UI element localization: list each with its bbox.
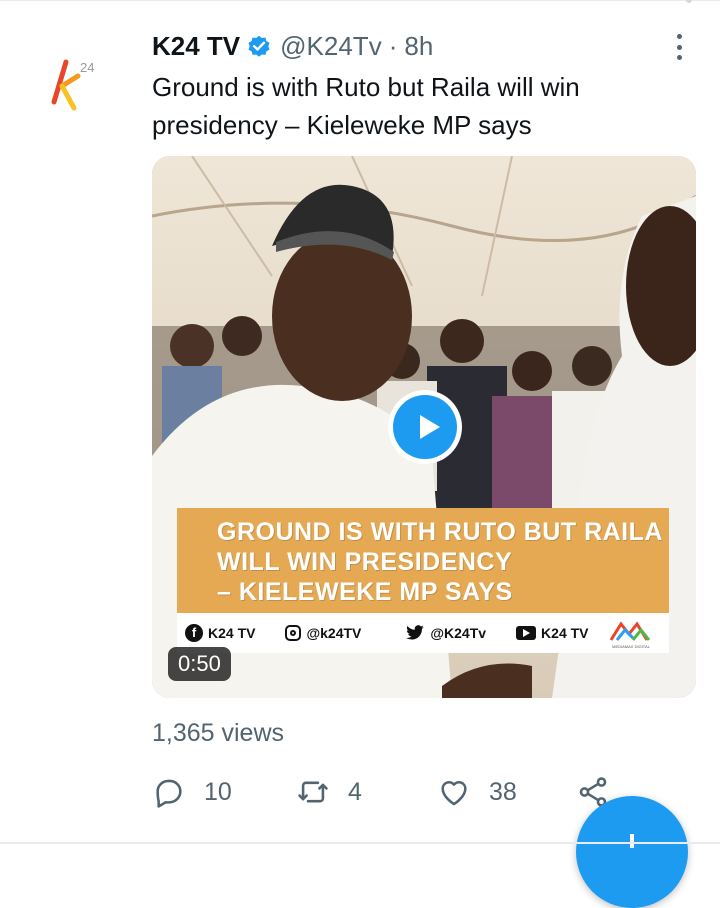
social-youtube: K24 TV <box>516 625 589 641</box>
video-headline-banner: GROUND IS WITH RUTO BUT RAILA WILL WIN P… <box>177 508 669 613</box>
social-facebook: f K24 TV <box>185 624 255 642</box>
view-count[interactable]: 1,365 views <box>152 719 284 748</box>
social-handles-bar: f K24 TV @k24TV @K24Tv K24 TV MEDIAMAX D… <box>177 613 669 653</box>
retweet-icon <box>298 781 328 803</box>
like-count: 38 <box>489 777 517 806</box>
tweet-text: Ground is with Ruto but Raila will win p… <box>152 72 580 140</box>
social-facebook-label: K24 TV <box>208 625 256 641</box>
twitter-icon <box>406 625 425 640</box>
banner-line-1: GROUND IS WITH RUTO BUT RAILA <box>217 518 663 546</box>
video-player[interactable]: GROUND IS WITH RUTO BUT RAILA WILL WIN P… <box>152 156 696 698</box>
social-twitter: @K24Tv <box>405 625 486 641</box>
more-options-icon[interactable] <box>668 34 690 60</box>
verified-badge-icon <box>248 35 270 57</box>
social-twitter-label: @K24Tv <box>430 625 487 641</box>
scroll-indicator <box>686 0 692 3</box>
social-instagram: @k24TV <box>285 625 361 641</box>
plus-icon <box>630 834 634 848</box>
like-button[interactable]: 38 <box>437 772 517 812</box>
author-name[interactable]: K24 TV <box>152 31 240 62</box>
header-separator: · <box>388 30 398 61</box>
social-instagram-label: @k24TV <box>306 625 362 641</box>
tweet-time[interactable]: 8h <box>404 31 433 62</box>
avatar-number: 24 <box>80 60 94 75</box>
retweet-button[interactable]: 4 <box>296 772 362 812</box>
avatar[interactable]: 24 <box>40 46 112 118</box>
reply-icon <box>156 779 182 808</box>
youtube-icon <box>516 626 537 640</box>
social-youtube-label: K24 TV <box>541 625 589 641</box>
banner-line-2: WILL WIN PRESIDENCY <box>217 548 513 576</box>
reply-button[interactable]: 10 <box>152 772 232 812</box>
compose-tweet-button[interactable] <box>576 796 688 908</box>
video-duration: 0:50 <box>168 647 231 681</box>
play-button[interactable] <box>388 390 462 464</box>
play-icon <box>420 415 440 439</box>
banner-line-3: – KIELEWEKE MP SAYS <box>217 578 513 606</box>
top-divider <box>0 0 720 1</box>
k24-logo-icon: 24 <box>51 59 94 111</box>
heart-icon <box>441 780 467 806</box>
tweet-header: K24 TV @K24Tv · 8h <box>152 30 433 62</box>
retweet-count: 4 <box>348 777 362 806</box>
mediamax-label: MEDIAMAX DIGITAL <box>612 644 650 649</box>
mediamax-logo-icon: MEDIAMAX DIGITAL <box>603 616 659 650</box>
author-handle[interactable]: @K24Tv <box>280 31 382 62</box>
instagram-icon <box>285 625 302 641</box>
reply-count: 10 <box>204 777 232 806</box>
facebook-icon: f <box>185 624 203 642</box>
